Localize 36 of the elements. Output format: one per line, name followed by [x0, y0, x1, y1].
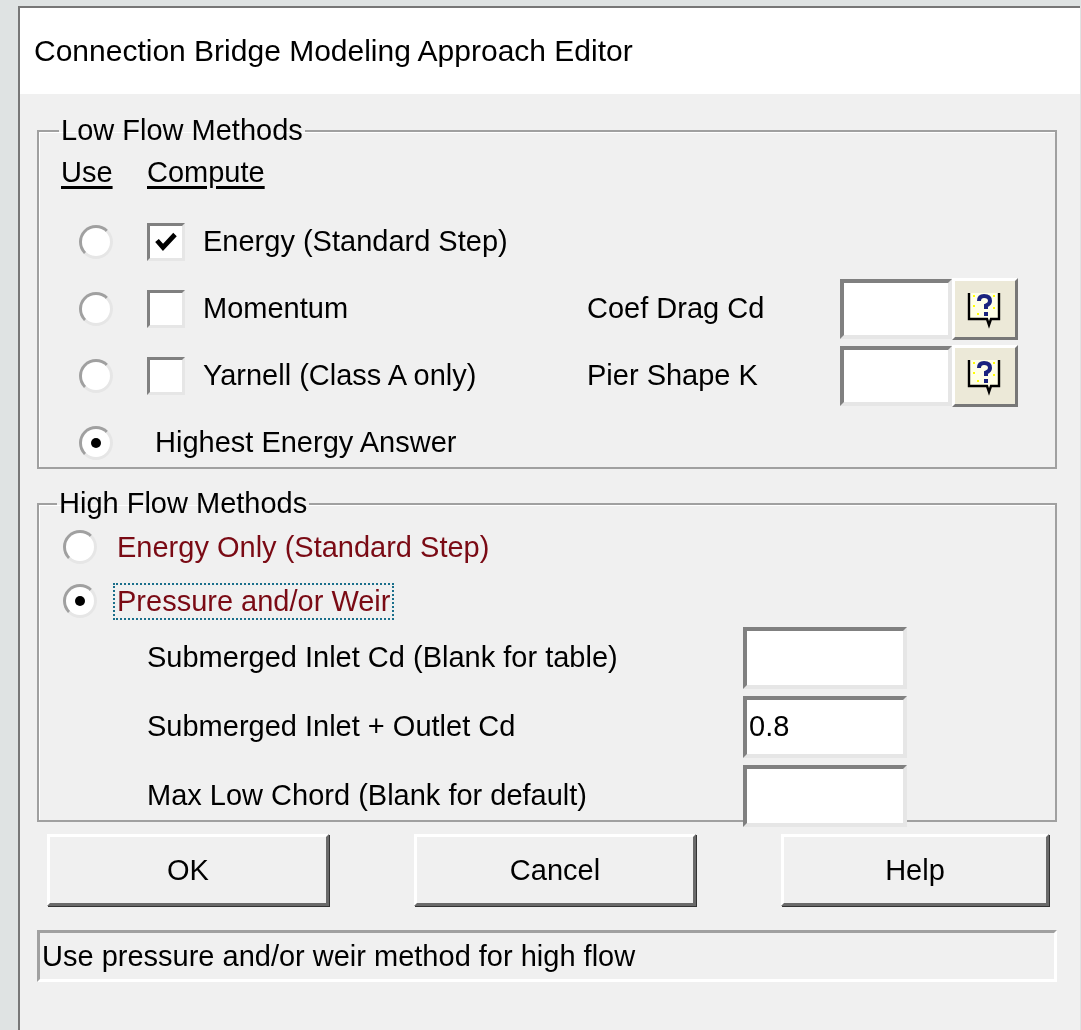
method-label: Momentum — [203, 292, 349, 325]
help-button[interactable] — [952, 277, 1018, 340]
field-label: Submerged Inlet Cd (Blank for table) — [147, 641, 619, 674]
dialog-button[interactable]: Cancel — [414, 834, 696, 906]
method-label: Energy (Standard Step) — [203, 225, 508, 258]
field-label: Pier Shape K — [587, 359, 759, 392]
checkbox[interactable] — [147, 356, 185, 395]
field-label: Max Low Chord (Blank for default) — [147, 779, 589, 812]
field-label: Submerged Inlet + Outlet Cd — [147, 710, 517, 743]
field-label: Coef Drag Cd — [587, 292, 766, 325]
input-field[interactable] — [743, 626, 907, 689]
input-field[interactable] — [840, 278, 952, 339]
status-bar: Use pressure and/or weir method for high flow — [37, 930, 1057, 982]
radio-button[interactable] — [79, 425, 113, 460]
radio-button[interactable] — [79, 291, 113, 326]
option-label: Energy Only (Standard Step) — [116, 529, 491, 565]
column-header: Use — [61, 155, 113, 190]
dialog-button[interactable]: Help — [781, 834, 1049, 906]
input-field[interactable] — [743, 764, 907, 827]
help-button[interactable] — [952, 344, 1018, 407]
checkbox[interactable] — [147, 222, 185, 261]
radio-button[interactable] — [63, 584, 97, 618]
option-label: Highest Energy Answer — [155, 426, 457, 459]
input-field[interactable]: 0.8 — [743, 695, 907, 758]
checkbox[interactable] — [147, 289, 185, 328]
group-title: High Flow Methods — [58, 487, 309, 520]
method-label: Yarnell (Class A only) — [203, 359, 477, 392]
window-title: Connection Bridge Modeling Approach Editor — [34, 34, 633, 68]
radio-button[interactable] — [63, 530, 97, 564]
input-field[interactable] — [840, 345, 952, 406]
radio-button[interactable] — [79, 358, 113, 393]
option-label: Pressure and/or Weir — [113, 582, 395, 620]
column-header: Compute — [147, 155, 265, 190]
dialog-button[interactable]: OK — [47, 834, 329, 906]
radio-button[interactable] — [79, 224, 113, 259]
group-title: Low Flow Methods — [60, 114, 304, 147]
